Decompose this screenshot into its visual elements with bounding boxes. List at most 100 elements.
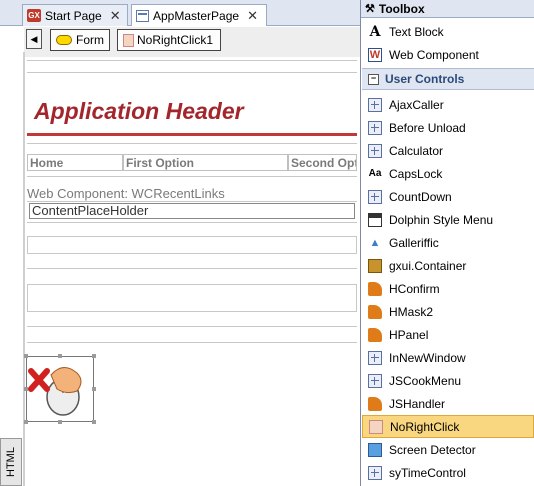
form-button-label: Form <box>76 33 104 47</box>
grid-icon <box>368 120 382 135</box>
web-component-placeholder[interactable]: Web Component: WCRecentLinks <box>27 186 225 201</box>
bird-icon: ▲ <box>369 236 381 249</box>
collapse-icon[interactable]: − <box>368 73 379 85</box>
grid-icon <box>368 143 382 158</box>
toolbox-item-label: Galleriffic <box>389 235 439 250</box>
toolbox-item-label: CountDown <box>389 189 452 204</box>
grid-icon <box>368 373 382 388</box>
layout-row[interactable] <box>27 236 357 254</box>
divider <box>27 72 357 73</box>
tab-label: AppMasterPage <box>153 8 240 23</box>
toolbox-item-label: HConfirm <box>389 281 440 296</box>
content-placeholder[interactable]: ContentPlaceHolder <box>29 203 355 219</box>
menu-cell-home[interactable]: Home <box>27 154 123 171</box>
divider <box>27 268 357 269</box>
toolbox-item-label: HMask2 <box>389 304 434 319</box>
toolbox-item-label: AjaxCaller <box>389 97 444 112</box>
toolbox-item-label: Before Unload <box>389 120 466 135</box>
toolbox-item-label: Web Component <box>389 47 479 62</box>
toolbox-title-bar: ⚒ Toolbox <box>361 0 534 18</box>
toolbox-item-label: syTimeControl <box>389 465 466 480</box>
toolbox-item-label: CapsLock <box>389 166 443 181</box>
no-right-click-icon <box>369 419 383 434</box>
toolbox-item-sytimecontrol[interactable]: syTimeControl <box>362 461 534 484</box>
control-icon <box>123 33 134 47</box>
toolbox-item-dolphin-style-menu[interactable]: Dolphin Style Menu <box>362 208 534 231</box>
close-icon[interactable]: ✕ <box>110 8 121 24</box>
resize-handle[interactable] <box>58 354 62 358</box>
resize-handle[interactable] <box>92 354 96 358</box>
folder-icon <box>368 258 382 273</box>
header-underline <box>27 133 357 136</box>
collapse-arrow-button[interactable]: ◀ <box>26 29 42 49</box>
monitor-icon <box>368 442 382 457</box>
toolbox-item-galleriffic[interactable]: ▲ Galleriffic <box>362 231 534 254</box>
user-controls-section-header[interactable]: − User Controls <box>362 68 534 90</box>
orange-icon <box>368 327 382 342</box>
toolbox-item-label: NoRightClick <box>390 419 460 434</box>
orange-icon <box>368 396 382 411</box>
resize-handle[interactable] <box>24 420 28 424</box>
resize-handle[interactable] <box>58 420 62 424</box>
toolbox-item-hconfirm[interactable]: HConfirm <box>362 277 534 300</box>
toolbox-item-hpanel[interactable]: HPanel <box>362 323 534 346</box>
toolbox-item-jscookmenu[interactable]: JSCookMenu <box>362 369 534 392</box>
application-header-title[interactable]: Application Header <box>34 98 244 125</box>
divider <box>27 201 357 202</box>
toolbox-item-text-block[interactable]: A Text Block <box>362 20 534 43</box>
tab-start-page[interactable]: GX Start Page ✕ <box>22 4 128 26</box>
grid-icon <box>368 189 382 204</box>
web-component-icon: W <box>368 47 382 62</box>
toolbox-item-countdown[interactable]: CountDown <box>362 185 534 208</box>
toolbox-item-ajaxcaller[interactable]: AjaxCaller <box>362 93 534 116</box>
toolbox-item-label: HPanel <box>389 327 429 342</box>
toolbox-item-jshandler[interactable]: JSHandler <box>362 392 534 415</box>
toolbox-item-gxui-container[interactable]: gxui.Container <box>362 254 534 277</box>
menu-cell-second-option[interactable]: Second Option <box>288 154 357 171</box>
section-label: User Controls <box>385 72 465 86</box>
norightclick-control-image[interactable] <box>26 356 94 422</box>
toolbox-item-innewwindow[interactable]: InNewWindow <box>362 346 534 369</box>
toolbox-item-label: Dolphin Style Menu <box>389 212 494 227</box>
resize-handle[interactable] <box>92 420 96 424</box>
divider <box>27 143 357 144</box>
orange-icon <box>368 304 382 319</box>
divider <box>27 342 357 343</box>
close-icon[interactable]: ✕ <box>247 8 258 24</box>
toolbox-item-label: JSHandler <box>389 396 446 411</box>
toolbox-item-label: JSCookMenu <box>389 373 462 388</box>
text-block-icon: A <box>369 23 381 40</box>
toolbox-item-capslock[interactable]: Aa CapsLock <box>362 162 534 185</box>
divider <box>27 176 357 177</box>
toolbox-item-label: gxui.Container <box>389 258 467 273</box>
mouse-icon <box>28 367 82 416</box>
tools-icon: ⚒ <box>365 3 375 15</box>
toolbox-item-hmask2[interactable]: HMask2 <box>362 300 534 323</box>
toolbox-item-calculator[interactable]: Calculator <box>362 139 534 162</box>
toolbox-item-label: Screen Detector <box>389 442 476 457</box>
gx-icon: GX <box>27 9 41 22</box>
divider <box>27 326 357 327</box>
toolbox-item-label: Calculator <box>389 143 444 158</box>
divider <box>27 60 357 61</box>
toolbox-item-screen-detector[interactable]: Screen Detector <box>362 438 534 461</box>
grid-icon <box>368 350 382 365</box>
norightclick-control-button[interactable]: NoRightClick1 <box>117 29 221 51</box>
form-button[interactable]: Form <box>50 29 110 51</box>
html-view-tab[interactable]: HTML <box>0 438 22 486</box>
toolbox-item-web-component[interactable]: W Web Component <box>362 43 534 66</box>
html-tab-label: HTML <box>5 447 18 477</box>
tab-app-master-page[interactable]: AppMasterPage ✕ <box>131 4 267 26</box>
form-icon <box>56 35 72 45</box>
resize-handle[interactable] <box>24 387 28 391</box>
layout-row[interactable] <box>27 284 357 312</box>
page-icon <box>136 9 149 22</box>
toolbox-title: Toolbox <box>378 1 425 16</box>
menu-cell-first-option[interactable]: First Option <box>123 154 288 171</box>
grid-icon <box>368 97 382 112</box>
toolbox-item-norightclick[interactable]: NoRightClick <box>362 415 534 438</box>
control-button-label: NoRightClick1 <box>137 33 214 47</box>
resize-handle[interactable] <box>92 387 96 391</box>
toolbox-item-before-unload[interactable]: Before Unload <box>362 116 534 139</box>
resize-handle[interactable] <box>24 354 28 358</box>
